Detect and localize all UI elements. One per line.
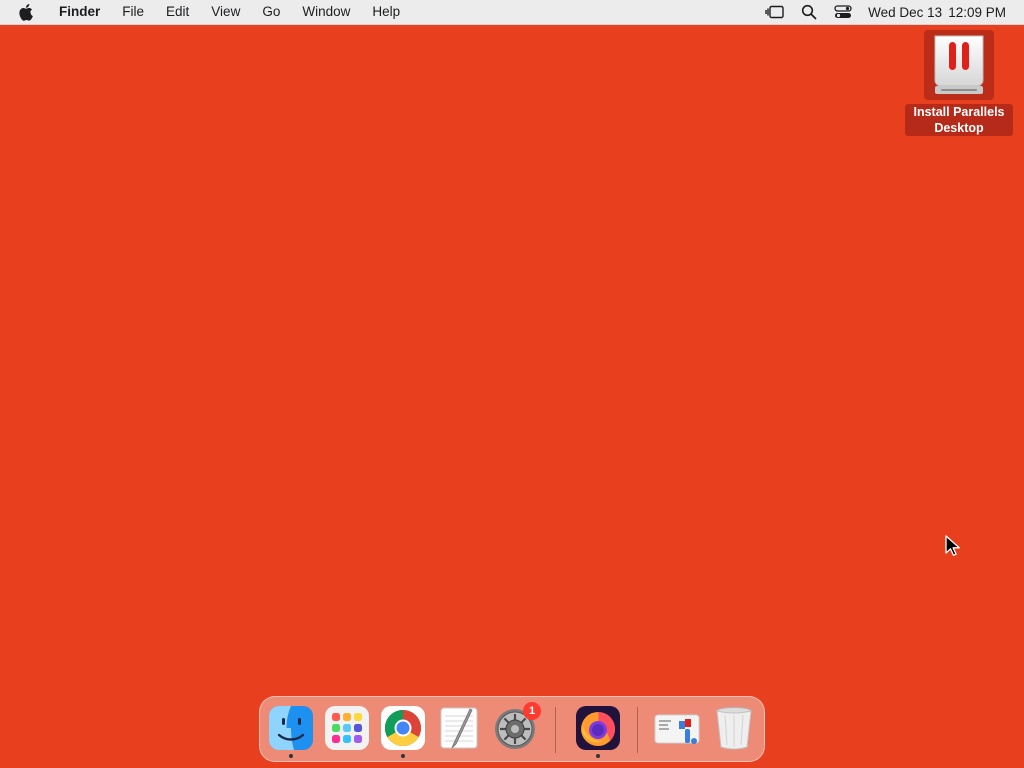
dock-item-chrome[interactable] [379, 703, 427, 758]
menu-go[interactable]: Go [251, 0, 291, 24]
parallels-installer-icon [924, 30, 994, 100]
desktop-icon-label: Install Parallels Desktop [905, 104, 1013, 136]
dock-item-system-settings[interactable]: 1 [491, 702, 541, 753]
status-area: Wed Dec 13 12:09 PM [758, 0, 1024, 24]
dock-item-trash[interactable] [710, 703, 758, 753]
stage-manager-icon[interactable] [764, 3, 786, 21]
running-indicator [596, 754, 600, 758]
textedit-icon [440, 707, 478, 749]
running-indicator [289, 754, 293, 758]
menu-help[interactable]: Help [361, 0, 411, 24]
menu-clock[interactable]: Wed Dec 13 12:09 PM [868, 5, 1006, 20]
dock-item-textedit[interactable] [435, 703, 483, 753]
desktop-icon-install-parallels[interactable]: Install Parallels Desktop [905, 30, 1013, 136]
control-center-icon[interactable] [832, 3, 854, 21]
menu-edit[interactable]: Edit [155, 0, 200, 24]
launchpad-icon [325, 706, 369, 750]
dock-item-finder[interactable] [267, 703, 315, 758]
clock-date: Wed Dec 13 [868, 4, 943, 20]
dock-item-launchpad[interactable] [323, 703, 371, 753]
dock: 1 [259, 696, 765, 762]
spotlight-search-icon[interactable] [798, 3, 820, 21]
trash-icon [716, 707, 752, 750]
menu-window[interactable]: Window [291, 0, 361, 24]
downloads-stack-icon [654, 714, 700, 744]
chrome-icon [381, 706, 425, 750]
menu-bar: Finder File Edit View Go Window Help Wed… [0, 0, 1024, 25]
finder-icon [269, 706, 313, 750]
dock-separator [637, 707, 638, 753]
dock-item-firefox[interactable] [574, 703, 622, 758]
clock-time: 12:09 PM [948, 4, 1006, 20]
apple-menu-icon[interactable] [19, 3, 35, 21]
menu-view[interactable]: View [200, 0, 251, 24]
dock-separator [555, 707, 556, 753]
mouse-pointer-icon [945, 535, 961, 557]
menu-app-finder[interactable]: Finder [45, 0, 111, 24]
running-indicator [401, 754, 405, 758]
menu-file[interactable]: File [111, 0, 155, 24]
dock-item-downloads[interactable] [653, 703, 701, 753]
firefox-icon [576, 706, 620, 750]
notification-badge: 1 [523, 702, 541, 720]
